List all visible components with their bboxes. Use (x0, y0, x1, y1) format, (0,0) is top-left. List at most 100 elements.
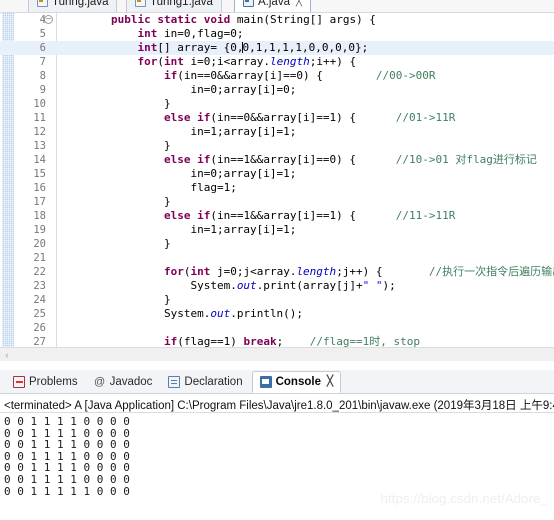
editor-tab-a-java[interactable]: A.java ╳ (234, 0, 311, 12)
code-line[interactable]: 24 } (0, 293, 554, 307)
source-code-area[interactable]: 4 public static void main(String[] args)… (0, 13, 554, 361)
code-text: in=0;array[i]=0; (58, 83, 296, 97)
code-line[interactable]: 12 in=1;array[i]=1; (0, 125, 554, 139)
code-line[interactable]: 13 } (0, 139, 554, 153)
code-line[interactable]: 26 (0, 321, 554, 335)
bottom-view-panel: Problems @ Javadoc Declaration Console ╳… (0, 370, 554, 520)
code-text: } (58, 97, 171, 111)
code-text: else if(in==1&&array[i]==0) { //10->01 对… (58, 153, 537, 167)
code-token: in=0;array[i]=1; (190, 167, 297, 180)
code-line[interactable]: 22 for(int j=0;j<array.length;j++) { //执… (0, 265, 554, 279)
tab-javadoc[interactable]: @ Javadoc (87, 371, 160, 393)
console-output-text[interactable]: 0 0 1 1 1 1 0 0 0 00 0 1 1 1 1 0 0 0 00 … (0, 414, 554, 520)
code-line[interactable]: 10 } (0, 97, 554, 111)
line-number: 20 (33, 238, 46, 250)
code-line[interactable]: 15 in=0;array[i]=1; (0, 167, 554, 181)
code-token: ( (157, 55, 164, 68)
tab-declaration[interactable]: Declaration (161, 371, 249, 393)
code-token: (in==1&&array[i]==0) { (210, 153, 357, 166)
code-text: if(in==0&&array[i]==0) { //00->00R (58, 69, 436, 83)
line-number: 11 (33, 112, 46, 124)
code-line[interactable]: 5 int in=0,flag=0; (0, 27, 554, 41)
code-line[interactable]: 20 } (0, 237, 554, 251)
code-line[interactable]: 17 } (0, 195, 554, 209)
code-token: main(String[] args) { (230, 13, 376, 26)
code-keyword: public (110, 13, 151, 26)
code-keyword: int (137, 41, 158, 54)
code-token: in=1;array[i]=1; (190, 223, 297, 236)
code-keyword: static (157, 13, 198, 26)
code-field: out (210, 307, 231, 320)
code-field: out (236, 279, 257, 292)
code-token: ;j++) { (336, 265, 383, 278)
tab-label: Problems (29, 375, 78, 388)
fold-collapse-icon[interactable] (44, 15, 53, 24)
code-token: in=0,flag=0; (157, 27, 244, 40)
code-token: } (163, 195, 171, 208)
code-editor[interactable]: 4 public static void main(String[] args)… (0, 13, 554, 361)
code-line[interactable]: 16 flag=1; (0, 181, 554, 195)
code-token: } (163, 293, 171, 306)
code-line[interactable]: 14 else if(in==1&&array[i]==0) { //10->0… (0, 153, 554, 167)
line-number: 7 (39, 56, 46, 68)
console-horizontal-scrollbar[interactable] (0, 512, 554, 520)
code-comment: //11->11R (395, 209, 456, 222)
code-keyword: for (163, 265, 184, 278)
code-text: else if(in==1&&array[i]==1) { //11->11R (58, 209, 455, 223)
console-process-header: <terminated> A [Java Application] C:\Pro… (4, 400, 554, 412)
close-icon[interactable]: ╳ (327, 376, 333, 387)
code-line[interactable]: 21 (0, 251, 554, 265)
code-line[interactable]: 4 public static void main(String[] args)… (0, 13, 554, 27)
code-line[interactable]: 23 System.out.print(array[j]+" "); (0, 279, 554, 293)
eclipse-ide-window: Turing.java Turing1.java A.java ╳ 4 publ… (0, 0, 554, 520)
code-line[interactable]: 18 else if(in==1&&array[i]==1) { //11->1… (0, 209, 554, 223)
line-number: 6 (39, 42, 46, 54)
tab-label: Javadoc (109, 375, 153, 388)
code-token: 0,1,1,1,1,0,0,0,0}; (242, 41, 369, 54)
scrollbar-track[interactable] (14, 348, 554, 361)
code-token: in=0;array[i]=0; (190, 83, 297, 96)
line-number: 13 (33, 140, 46, 152)
console-header-divider (0, 412, 554, 413)
editor-tab-turing-java[interactable]: Turing.java (28, 0, 118, 12)
code-token: .print(array[j]+ (256, 279, 363, 292)
code-text: } (58, 237, 171, 251)
line-number: 10 (33, 98, 46, 110)
code-token: [] array= {0, (157, 41, 244, 54)
code-keyword: for (137, 55, 158, 68)
line-number: 8 (39, 70, 46, 82)
code-line[interactable]: 6 int[] array= {0,0,1,1,1,1,0,0,0,0}; (0, 41, 554, 55)
code-line[interactable]: 11 else if(in==0&&array[i]==1) { //01->1… (0, 111, 554, 125)
editor-horizontal-scrollbar[interactable]: ‹ (0, 347, 554, 361)
code-keyword: int (190, 265, 211, 278)
scroll-left-arrow-icon[interactable]: ‹ (0, 348, 14, 361)
code-token: flag=1; (190, 181, 237, 194)
code-text: System.out.println(); (58, 307, 303, 321)
code-line[interactable]: 9 in=0;array[i]=0; (0, 83, 554, 97)
code-line[interactable]: 8 if(in==0&&array[i]==0) { //00->00R (0, 69, 554, 83)
code-token: } (163, 139, 171, 152)
editor-tab-label: Turing1.java (150, 0, 213, 8)
line-number: 9 (39, 84, 46, 96)
line-number: 19 (33, 224, 46, 236)
tab-problems[interactable]: Problems (6, 371, 85, 393)
line-number: 26 (33, 322, 46, 334)
line-number: 25 (33, 308, 46, 320)
code-keyword: if (197, 153, 211, 166)
code-line[interactable]: 25 System.out.println(); (0, 307, 554, 321)
code-line[interactable]: 7 for(int i=0;i<array.length;i++) { (0, 55, 554, 69)
console-output-line: 0 0 1 1 1 1 0 0 0 0 (4, 415, 130, 428)
code-keyword: if (197, 111, 211, 124)
java-file-icon (243, 0, 254, 7)
line-number: 14 (33, 154, 46, 166)
editor-tab-label: Turing.java (52, 0, 109, 8)
code-line[interactable]: 19 in=1;array[i]=1; (0, 223, 554, 237)
close-icon[interactable]: ╳ (296, 0, 302, 7)
tab-console[interactable]: Console ╳ (251, 370, 341, 393)
code-keyword: else (163, 111, 191, 124)
editor-tab-turing1-java[interactable]: Turing1.java (126, 0, 222, 12)
code-token: System. (163, 307, 211, 320)
code-token: } (163, 97, 171, 110)
